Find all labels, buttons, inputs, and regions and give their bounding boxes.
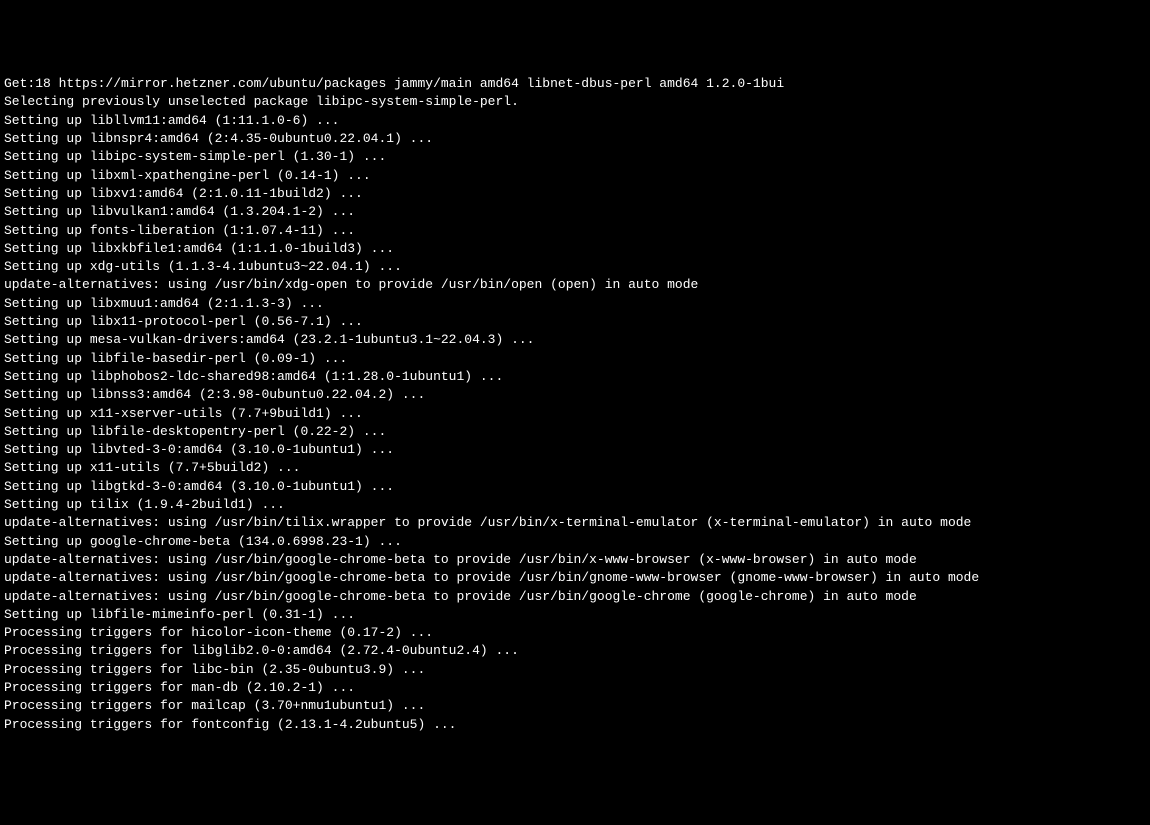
terminal-line: Processing triggers for libglib2.0-0:amd… [4, 642, 1146, 660]
terminal-line: Setting up fonts-liberation (1:1.07.4-11… [4, 222, 1146, 240]
terminal-line: Setting up libxml-xpathengine-perl (0.14… [4, 167, 1146, 185]
terminal-line: Setting up libvulkan1:amd64 (1.3.204.1-2… [4, 203, 1146, 221]
terminal-line: Setting up tilix (1.9.4-2build1) ... [4, 496, 1146, 514]
terminal-line: Setting up libllvm11:amd64 (1:11.1.0-6) … [4, 112, 1146, 130]
terminal-line: Setting up libfile-mimeinfo-perl (0.31-1… [4, 606, 1146, 624]
terminal-line: Setting up libxv1:amd64 (2:1.0.11-1build… [4, 185, 1146, 203]
terminal-line: Setting up libphobos2-ldc-shared98:amd64… [4, 368, 1146, 386]
terminal-line: Processing triggers for man-db (2.10.2-1… [4, 679, 1146, 697]
terminal-line: Setting up libvted-3-0:amd64 (3.10.0-1ub… [4, 441, 1146, 459]
terminal-line: Setting up libfile-basedir-perl (0.09-1)… [4, 350, 1146, 368]
terminal-line: Setting up libnspr4:amd64 (2:4.35-0ubunt… [4, 130, 1146, 148]
terminal-line: Setting up x11-utils (7.7+5build2) ... [4, 459, 1146, 477]
terminal-line: Processing triggers for fontconfig (2.13… [4, 716, 1146, 734]
terminal-line: Processing triggers for libc-bin (2.35-0… [4, 661, 1146, 679]
terminal-line: Setting up libxkbfile1:amd64 (1:1.1.0-1b… [4, 240, 1146, 258]
terminal-line: Setting up libx11-protocol-perl (0.56-7.… [4, 313, 1146, 331]
terminal-line: Setting up libfile-desktopentry-perl (0.… [4, 423, 1146, 441]
terminal-line: update-alternatives: using /usr/bin/xdg-… [4, 276, 1146, 294]
terminal-line: Setting up xdg-utils (1.1.3-4.1ubuntu3~2… [4, 258, 1146, 276]
terminal-line: Setting up libxmuu1:amd64 (2:1.1.3-3) ..… [4, 295, 1146, 313]
terminal-line: Setting up libnss3:amd64 (2:3.98-0ubuntu… [4, 386, 1146, 404]
terminal-line: Setting up google-chrome-beta (134.0.699… [4, 533, 1146, 551]
terminal-line: Setting up libipc-system-simple-perl (1.… [4, 148, 1146, 166]
terminal-line: update-alternatives: using /usr/bin/goog… [4, 551, 1146, 569]
terminal-line: update-alternatives: using /usr/bin/goog… [4, 569, 1146, 587]
terminal-line: update-alternatives: using /usr/bin/tili… [4, 514, 1146, 532]
terminal-line: update-alternatives: using /usr/bin/goog… [4, 588, 1146, 606]
terminal-output[interactable]: Get:18 https://mirror.hetzner.com/ubuntu… [4, 75, 1146, 734]
terminal-line: Processing triggers for mailcap (3.70+nm… [4, 697, 1146, 715]
terminal-line: Setting up mesa-vulkan-drivers:amd64 (23… [4, 331, 1146, 349]
terminal-line: Setting up libgtkd-3-0:amd64 (3.10.0-1ub… [4, 478, 1146, 496]
terminal-line: Processing triggers for hicolor-icon-the… [4, 624, 1146, 642]
terminal-line: Get:18 https://mirror.hetzner.com/ubuntu… [4, 75, 1146, 93]
terminal-line: Selecting previously unselected package … [4, 93, 1146, 111]
terminal-line: Setting up x11-xserver-utils (7.7+9build… [4, 405, 1146, 423]
